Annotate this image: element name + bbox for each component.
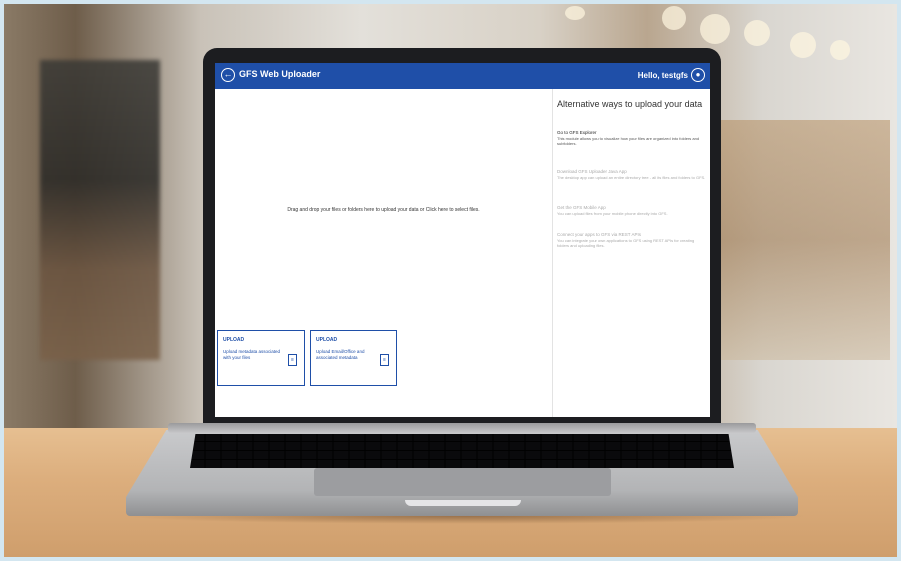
back-arrow-icon[interactable]: ←: [221, 68, 235, 82]
sidebar-item-description: This module allows you to visualize how …: [557, 136, 700, 146]
upload-email-office-card[interactable]: UPLOAD Upload Email/Office and associate…: [310, 330, 397, 386]
sidebar-item-heading: Connect your apps to GFS via REST APIs: [557, 232, 641, 237]
sidebar-item-java-app[interactable]: Download GFS Uploader Java App The deskt…: [557, 169, 707, 180]
laptop-trackpad: [314, 468, 611, 496]
panel-title: Alternative ways to upload your data: [557, 99, 703, 109]
card-description: Upload Email/Office and associated metad…: [316, 349, 365, 360]
user-circle-icon[interactable]: ●: [691, 68, 705, 82]
sidebar-item-rest-api[interactable]: Connect your apps to GFS via REST APIs Y…: [557, 232, 707, 248]
bokeh-light: [830, 40, 850, 60]
document-icon: ≡: [288, 354, 297, 366]
upload-metadata-card[interactable]: UPLOAD Upload metadata associated with y…: [217, 330, 305, 386]
bokeh-light: [565, 6, 585, 20]
dropzone-instructions: Drag and drop your files or folders here…: [287, 207, 480, 213]
document-icon: ≡: [380, 354, 389, 366]
app-header: ← GFS Web Uploader Hello, testgfs ●: [215, 63, 710, 89]
sidebar-item-heading: Download GFS Uploader Java App: [557, 169, 627, 174]
card-description: Upload metadata associated with your fil…: [223, 349, 281, 360]
background-shelf-right: [720, 120, 890, 360]
bokeh-light: [700, 14, 730, 44]
sidebar-item-explorer[interactable]: Go to GFS Explorer This module allows yo…: [557, 130, 707, 146]
card-heading: UPLOAD: [316, 337, 338, 343]
laptop-hinge: [168, 423, 756, 433]
sidebar-item-heading: Get the GFS Mobile App: [557, 205, 606, 210]
bokeh-light: [790, 32, 816, 58]
sidebar-item-description: You can upload files from your mobile ph…: [557, 211, 668, 216]
bokeh-light: [662, 6, 686, 30]
laptop-screen: ← GFS Web Uploader Hello, testgfs ● Drag…: [215, 63, 710, 417]
card-heading: UPLOAD: [223, 337, 245, 343]
bokeh-light: [744, 20, 770, 46]
user-greeting: Hello, testgfs: [637, 71, 688, 80]
app-title: GFS Web Uploader: [239, 69, 321, 79]
alternative-upload-panel: Alternative ways to upload your data Go …: [552, 89, 710, 417]
laptop-notch: [405, 500, 521, 506]
background-shelf-left: [40, 60, 160, 360]
sidebar-item-description: The desktop app can upload an entire dir…: [557, 175, 706, 180]
laptop-keyboard: [190, 434, 734, 468]
sidebar-item-description: You can integrate your own applications …: [557, 238, 695, 248]
sidebar-item-heading: Go to GFS Explorer: [557, 130, 597, 135]
sidebar-item-mobile-app[interactable]: Get the GFS Mobile App You can upload fi…: [557, 205, 707, 216]
upload-dropzone[interactable]: Drag and drop your files or folders here…: [215, 89, 552, 417]
